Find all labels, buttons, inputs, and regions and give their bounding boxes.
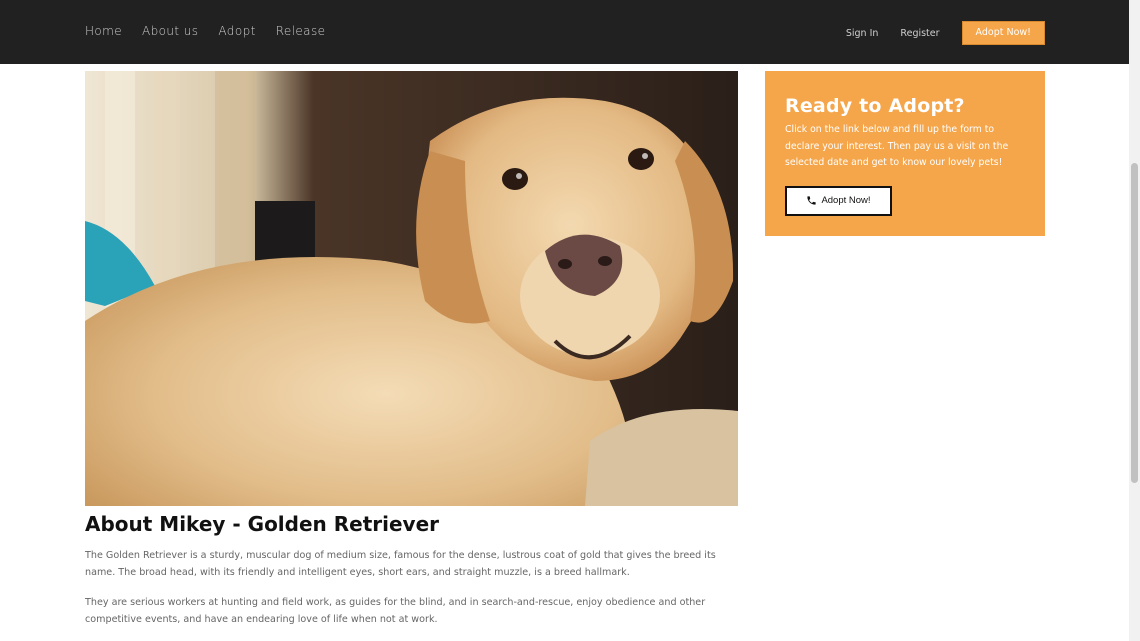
top-navbar: Home About us Adopt Release Sign In Regi… xyxy=(0,0,1129,64)
page-scrollbar[interactable] xyxy=(1129,0,1140,641)
scrollbar-thumb[interactable] xyxy=(1131,163,1138,483)
card-title: Ready to Adopt? xyxy=(785,95,965,117)
ready-to-adopt-card: Ready to Adopt? Click on the link below … xyxy=(765,71,1045,236)
main-nav: Home About us Adopt Release xyxy=(85,24,325,38)
nav-home-link[interactable]: Home xyxy=(85,24,122,38)
nav-about-link[interactable]: About us xyxy=(142,24,198,38)
description-paragraph: They are serious workers at hunting and … xyxy=(85,597,706,625)
nav-adopt-link[interactable]: Adopt xyxy=(218,24,255,38)
description-paragraph: The Golden Retriever is a sturdy, muscul… xyxy=(85,550,716,578)
golden-retriever-photo xyxy=(85,71,738,506)
sign-in-link[interactable]: Sign In xyxy=(846,28,879,39)
account-nav: Sign In Register Adopt Now! xyxy=(846,21,1045,45)
phone-icon xyxy=(806,195,817,206)
nav-release-link[interactable]: Release xyxy=(276,24,326,38)
adopt-now-card-button[interactable]: Adopt Now! xyxy=(785,185,892,216)
register-link[interactable]: Register xyxy=(900,28,939,39)
adopt-now-nav-button[interactable]: Adopt Now! xyxy=(961,21,1045,45)
page-title: About Mikey - Golden Retriever xyxy=(85,512,440,536)
dog-photo xyxy=(85,71,738,506)
adopt-now-card-label: Adopt Now! xyxy=(821,195,871,206)
card-description: Click on the link below and fill up the … xyxy=(785,124,1009,168)
